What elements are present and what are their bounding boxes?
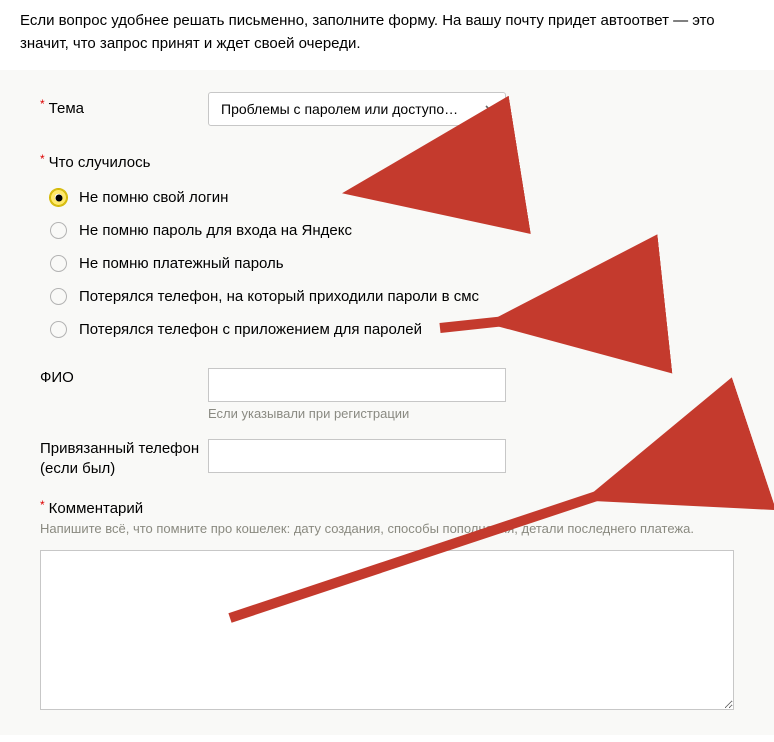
fio-hint: Если указывали при регистрации [208,406,506,421]
required-mark: * [40,152,45,166]
radio-label: Потерялся телефон с приложением для паро… [79,321,422,338]
phone-label: Привязанный телефон (если был) [40,439,208,478]
radio-option-lost-phone-sms[interactable]: Потерялся телефон, на который приходили … [50,288,774,305]
what-happened-label: *Что случилось [0,154,774,171]
phone-row: Привязанный телефон (если был) [0,439,774,478]
fio-input[interactable] [208,368,506,402]
radio-label: Не помню платежный пароль [79,255,284,272]
radio-option-yandex-password[interactable]: Не помню пароль для входа на Яндекс [50,222,774,239]
comment-label: *Комментарий [40,500,734,517]
form: *Тема Проблемы с паролем или доступо… *Ч… [0,69,774,735]
what-happened-options: Не помню свой логин Не помню пароль для … [0,189,774,338]
radio-input[interactable] [50,189,67,206]
theme-label: *Тема [40,99,208,119]
theme-row: *Тема Проблемы с паролем или доступо… [0,92,774,126]
radio-option-login[interactable]: Не помню свой логин [50,189,774,206]
fio-row: ФИО Если указывали при регистрации [0,368,774,421]
radio-option-lost-phone-app[interactable]: Потерялся телефон с приложением для паро… [50,321,774,338]
radio-label: Не помню свой логин [79,189,228,206]
comment-hint: Напишите всё, что помните про кошелек: д… [40,521,734,536]
required-mark: * [40,498,45,512]
radio-input[interactable] [50,255,67,272]
comment-block: *Комментарий Напишите всё, что помните п… [0,500,774,713]
radio-label: Потерялся телефон, на который приходили … [79,288,479,305]
radio-label: Не помню пароль для входа на Яндекс [79,222,352,239]
radio-input[interactable] [50,288,67,305]
fio-label: ФИО [40,368,208,388]
radio-input[interactable] [50,222,67,239]
required-mark: * [40,97,45,111]
phone-input[interactable] [208,439,506,473]
intro-text: Если вопрос удобнее решать письменно, за… [0,0,774,69]
comment-textarea[interactable] [40,550,734,710]
theme-select-button[interactable]: Проблемы с паролем или доступо… [208,92,506,126]
radio-input[interactable] [50,321,67,338]
theme-select[interactable]: Проблемы с паролем или доступо… [208,92,506,126]
radio-option-payment-password[interactable]: Не помню платежный пароль [50,255,774,272]
